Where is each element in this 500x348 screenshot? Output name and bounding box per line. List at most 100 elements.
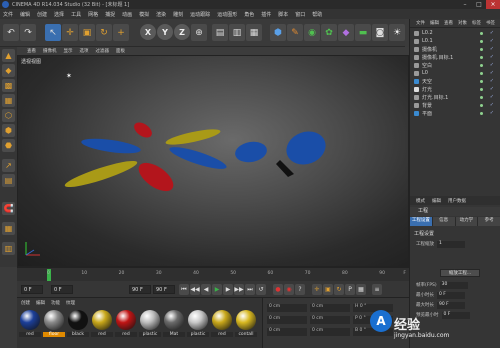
close-button[interactable]: × xyxy=(486,0,500,9)
enabled-check-icon[interactable]: ✓ xyxy=(490,54,494,60)
menu-help[interactable]: 帮助 xyxy=(312,11,322,18)
play-icon[interactable]: ▶ xyxy=(212,284,222,295)
snap-icon[interactable]: 🧲 xyxy=(2,202,15,215)
enabled-check-icon[interactable]: ✓ xyxy=(490,46,494,52)
material-swatch[interactable]: red xyxy=(91,310,113,346)
menu-edit[interactable]: 编辑 xyxy=(20,11,30,18)
material-swatch[interactable]: plastic xyxy=(187,310,209,346)
material-swatch[interactable]: floor xyxy=(43,310,65,346)
cube-icon[interactable]: ⬢ xyxy=(270,24,286,41)
material-menu-create[interactable]: 创建 xyxy=(21,300,30,306)
material-swatch[interactable]: contall xyxy=(235,310,257,346)
polygons-mode-icon[interactable]: ⬣ xyxy=(2,139,15,152)
current-frame-field[interactable]: 0 F xyxy=(51,285,73,294)
add-icon[interactable]: + xyxy=(113,24,129,41)
menu-render[interactable]: 渲染 xyxy=(156,11,166,18)
enabled-check-icon[interactable]: ✓ xyxy=(490,94,494,100)
visibility-dot-icon[interactable] xyxy=(480,71,483,75)
record-icon[interactable]: ● xyxy=(273,284,283,295)
minimize-button[interactable]: – xyxy=(458,0,472,9)
menu-select[interactable]: 选择 xyxy=(54,11,64,18)
enabled-check-icon[interactable]: ✓ xyxy=(490,86,494,92)
material-swatch[interactable]: red xyxy=(115,310,137,346)
min-time-field[interactable]: 0 F xyxy=(437,291,465,299)
start-frame-field[interactable]: 0 F xyxy=(21,285,43,294)
spline-pen-icon[interactable]: ✎ xyxy=(287,24,303,41)
enabled-check-icon[interactable]: ✓ xyxy=(490,62,494,68)
om-menu-view[interactable]: 查看 xyxy=(444,20,453,26)
enabled-check-icon[interactable]: ✓ xyxy=(490,30,494,36)
keyframe-selection-icon[interactable]: ? xyxy=(295,284,305,295)
scale-project-button[interactable]: 缩放工程... xyxy=(440,269,480,277)
move-icon[interactable]: ✛ xyxy=(62,24,78,41)
grid-icon[interactable]: ▥ xyxy=(2,242,15,255)
key-position-icon[interactable]: ✛ xyxy=(312,284,322,295)
visibility-dot-icon[interactable] xyxy=(480,87,483,91)
deformer-icon[interactable]: ◆ xyxy=(338,24,354,41)
perspective-viewport[interactable]: 透视视图 ✶ xyxy=(17,55,409,267)
coord-size-z[interactable]: 0 cm xyxy=(310,328,350,336)
rotate-icon[interactable]: ↻ xyxy=(96,24,112,41)
material-menu-texture[interactable]: 纹理 xyxy=(66,300,75,306)
y-axis-toggle[interactable]: Y xyxy=(157,24,173,40)
menu-file[interactable]: 文件 xyxy=(3,11,13,18)
subdivision-surface-icon[interactable]: ◉ xyxy=(304,24,320,41)
om-menu-bookmarks[interactable]: 书签 xyxy=(486,20,495,26)
menu-plugins[interactable]: 插件 xyxy=(261,11,271,18)
visibility-dot-icon[interactable] xyxy=(480,63,483,67)
visibility-dot-icon[interactable] xyxy=(480,79,483,83)
menu-character[interactable]: 角色 xyxy=(244,11,254,18)
make-editable-icon[interactable]: ▲ xyxy=(2,49,15,62)
coordinate-system-icon[interactable]: ⊕ xyxy=(191,24,207,41)
visibility-dot-icon[interactable] xyxy=(480,95,483,99)
object-row[interactable]: 摄像机 ✓ xyxy=(410,45,500,53)
preview-end-field[interactable]: 90 F xyxy=(153,285,175,294)
om-menu-file[interactable]: 文件 xyxy=(416,20,425,26)
next-key-icon[interactable]: ▶▶ xyxy=(234,284,244,295)
tab-info[interactable]: 信息 xyxy=(432,217,456,226)
viewport-menu-camera[interactable]: 摄像机 xyxy=(43,48,57,54)
visibility-dot-icon[interactable] xyxy=(480,47,483,51)
coord-position-z[interactable]: 0 cm xyxy=(267,328,307,336)
viewport-menu-panel[interactable]: 面板 xyxy=(116,48,125,54)
enabled-check-icon[interactable]: ✓ xyxy=(490,70,494,76)
undo-icon[interactable]: ↶ xyxy=(3,24,19,41)
live-select-icon[interactable]: ↖ xyxy=(45,24,61,41)
goto-start-icon[interactable]: ⏮ xyxy=(179,284,189,295)
enabled-check-icon[interactable]: ✓ xyxy=(490,102,494,108)
autokey-icon[interactable]: ◉ xyxy=(284,284,294,295)
render-view-icon[interactable]: ▤ xyxy=(212,24,228,41)
object-row[interactable]: 空白 ✓ xyxy=(410,61,500,69)
enabled-check-icon[interactable]: ✓ xyxy=(490,78,494,84)
enabled-check-icon[interactable]: ✓ xyxy=(490,110,494,116)
render-picture-viewer-icon[interactable]: ▥ xyxy=(229,24,245,41)
menu-animate[interactable]: 动画 xyxy=(122,11,132,18)
object-row[interactable]: 摄像机.目标.1 ✓ xyxy=(410,53,500,61)
viewport-menu-options[interactable]: 选项 xyxy=(80,48,89,54)
object-row[interactable]: 背景 ✓ xyxy=(410,101,500,109)
material-swatch[interactable]: red xyxy=(211,310,233,346)
redo-icon[interactable]: ↷ xyxy=(20,24,36,41)
key-pla-icon[interactable]: ▦ xyxy=(356,284,366,295)
coord-size-x[interactable]: 0 cm xyxy=(310,304,350,312)
visibility-dot-icon[interactable] xyxy=(480,111,483,115)
goto-end-icon[interactable]: ⏭ xyxy=(245,284,255,295)
timeline-ruler[interactable]: 0 10 20 30 40 50 60 70 80 90 F xyxy=(17,267,409,281)
project-scale-field[interactable]: 1 xyxy=(437,240,465,248)
visibility-dot-icon[interactable] xyxy=(480,103,483,107)
edges-mode-icon[interactable]: ⬢ xyxy=(2,124,15,137)
axis-mode-icon[interactable]: ↗ xyxy=(2,159,15,172)
object-row[interactable]: L0 ✓ xyxy=(410,69,500,77)
tab-dynamics[interactable]: 动力学 xyxy=(455,217,479,226)
light-icon[interactable]: ☀ xyxy=(389,24,405,41)
render-settings-icon[interactable]: ▦ xyxy=(246,24,262,41)
om-menu-object[interactable]: 对象 xyxy=(458,20,467,26)
visibility-dot-icon[interactable] xyxy=(480,39,483,43)
tab-project-settings[interactable]: 工程设置 xyxy=(410,217,433,226)
visibility-dot-icon[interactable] xyxy=(480,31,483,35)
menu-mograph[interactable]: 运动图形 xyxy=(217,11,237,18)
om-menu-edit[interactable]: 编辑 xyxy=(430,20,439,26)
array-icon[interactable]: ✿ xyxy=(321,24,337,41)
timeline-window-icon[interactable]: ≡ xyxy=(372,284,382,295)
coord-position-y[interactable]: 0 cm xyxy=(267,316,307,324)
